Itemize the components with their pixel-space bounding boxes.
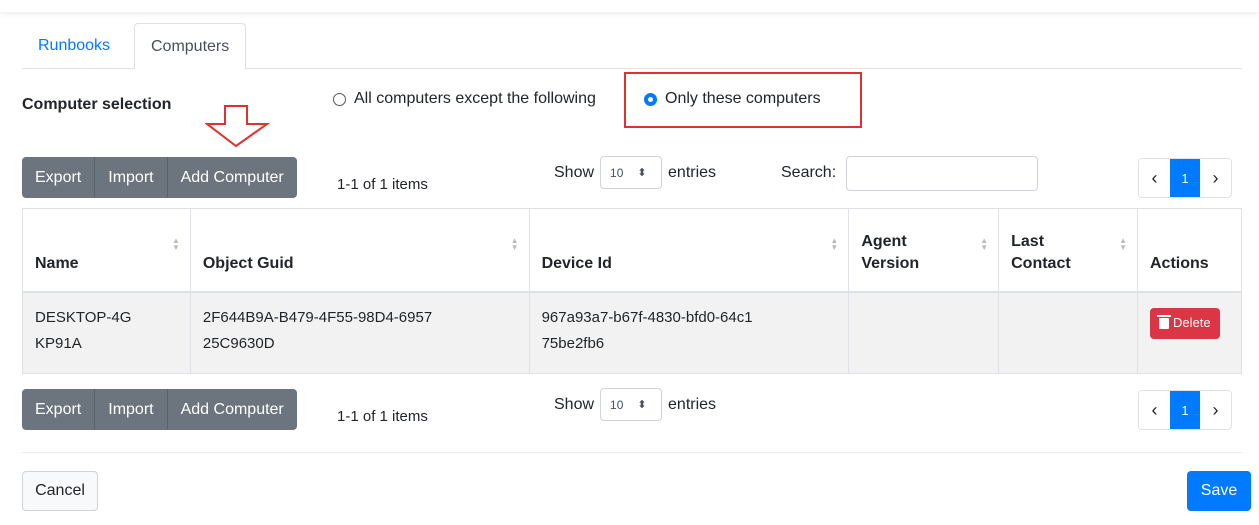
delete-button[interactable]: Delete [1149, 307, 1220, 339]
chevron-left-icon[interactable]: ‹ [1139, 391, 1170, 429]
page-size-value: 10 [610, 397, 624, 412]
items-count: 1-1 of 1 items [337, 408, 428, 425]
top-button-group: Export Import Add Computer [22, 157, 297, 198]
tab-runbooks[interactable]: Runbooks [22, 23, 126, 69]
column-header-actions: Actions [1137, 208, 1243, 293]
tab-bar: Runbooks Computers [22, 23, 1242, 70]
footer-divider [22, 452, 1242, 453]
entries-label: entries [668, 163, 717, 181]
add-computer-button[interactable]: Add Computer [167, 157, 297, 198]
radio-all-except-label: All computers except the following [354, 90, 596, 107]
search-label: Search: [781, 164, 837, 181]
column-header-object-guid[interactable]: Object Guid ▲ ▼ [190, 208, 530, 293]
import-button[interactable]: Import [95, 157, 168, 198]
show-entries: Show 10 ⬍ entries [554, 388, 716, 421]
select-caret-icon: ⬍ [637, 399, 647, 411]
add-computer-button[interactable]: Add Computer [167, 389, 297, 430]
select-caret-icon: ⬍ [637, 167, 647, 179]
page-size-select[interactable]: 10 ⬍ [600, 156, 663, 189]
show-label: Show [554, 163, 595, 181]
sort-icon[interactable]: ▲ ▼ [1119, 237, 1127, 252]
chevron-left-icon[interactable]: ‹ [1139, 159, 1170, 197]
cell-object-guid: 2F644B9A-B479-4F55-98D4-695725C9630D [190, 291, 530, 374]
top-shadow [0, 0, 1259, 12]
cell-device-id: 967a93a7-b67f-4830-bfd0-64c175be2fb6 [529, 291, 850, 374]
search-input[interactable] [846, 156, 1038, 191]
sort-icon[interactable]: ▲ ▼ [830, 237, 838, 252]
annotation-down-arrow-icon [205, 105, 271, 148]
show-label: Show [554, 395, 595, 413]
column-header-name[interactable]: Name ▲ ▼ [22, 208, 191, 293]
cell-agent-version [848, 291, 1000, 374]
save-button[interactable]: Save [1187, 471, 1251, 511]
radio-unchecked-icon[interactable] [333, 92, 346, 106]
cancel-button[interactable]: Cancel [22, 471, 98, 511]
import-button[interactable]: Import [95, 389, 168, 430]
column-header-agent-version[interactable]: Agent Version ▲ ▼ [848, 208, 1000, 293]
bottom-button-group: Export Import Add Computer [22, 389, 297, 430]
chevron-right-icon[interactable]: › [1200, 391, 1231, 429]
column-header-last-contact[interactable]: Last Contact ▲ ▼ [998, 208, 1138, 293]
delete-label: Delete [1172, 315, 1211, 330]
tab-computers[interactable]: Computers [134, 23, 247, 70]
page-size-select[interactable]: 10 ⬍ [600, 388, 663, 421]
trash-icon [1156, 314, 1171, 329]
column-header-device-id[interactable]: Device Id ▲ ▼ [529, 208, 850, 293]
cell-name: DESKTOP-4GKP91A [22, 291, 191, 374]
annotation-highlight-box [624, 72, 862, 128]
computers-table: Name ▲ ▼ Object Guid ▲ ▼ Device Id ▲ ▼ Agent V… [22, 208, 1243, 374]
chevron-right-icon[interactable]: › [1200, 159, 1231, 197]
items-count: 1-1 of 1 items [337, 176, 428, 193]
sort-icon[interactable]: ▲ ▼ [172, 237, 180, 252]
table-row: DESKTOP-4GKP91A 2F644B9A-B479-4F55-98D4-… [22, 291, 1243, 374]
pagination-top: ‹ 1 › [1138, 158, 1232, 198]
export-button[interactable]: Export [22, 157, 96, 198]
page-number-button[interactable]: 1 [1170, 159, 1200, 197]
cell-last-contact [998, 291, 1138, 374]
sort-icon[interactable]: ▲ ▼ [511, 237, 519, 252]
cell-actions: Delete [1137, 291, 1243, 374]
pagination-bottom: ‹ 1 › [1138, 390, 1232, 430]
radio-all-except[interactable]: All computers except the following [333, 90, 596, 108]
entries-label: entries [668, 395, 717, 413]
show-entries: Show 10 ⬍ entries [554, 156, 716, 189]
page-number-button[interactable]: 1 [1170, 391, 1200, 429]
page-size-value: 10 [610, 165, 624, 180]
sort-icon[interactable]: ▲ ▼ [980, 237, 988, 252]
export-button[interactable]: Export [22, 389, 96, 430]
computer-selection-label: Computer selection [22, 96, 172, 113]
